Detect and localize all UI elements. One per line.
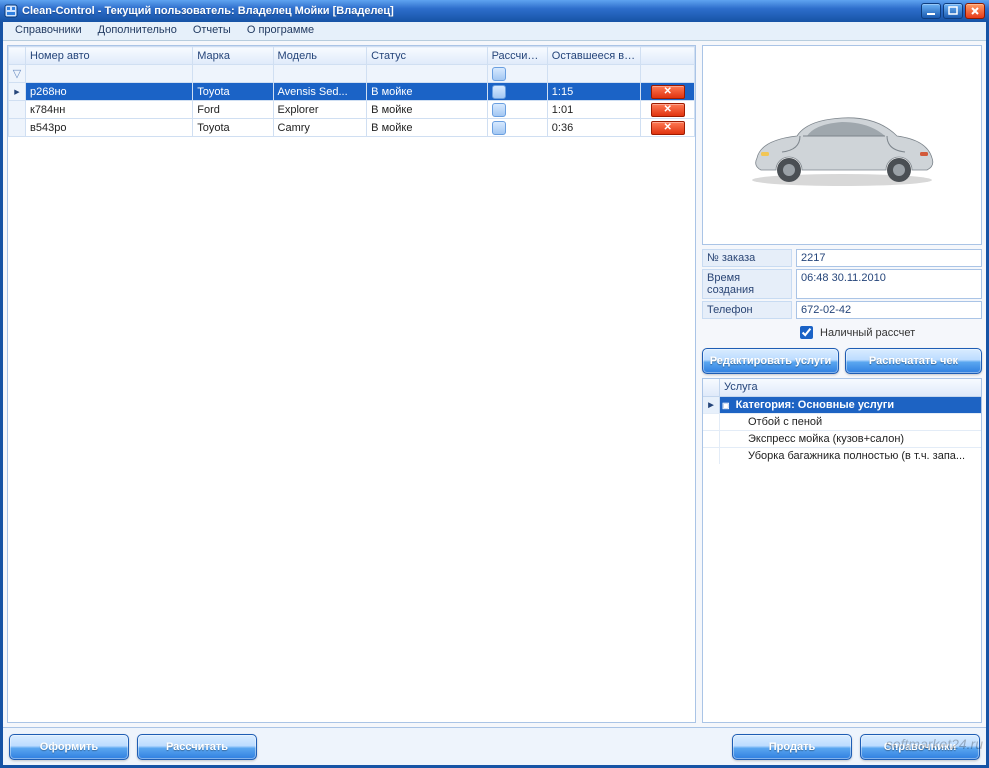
sell-button[interactable]: Продать [732, 734, 852, 760]
column-status[interactable]: Статус [367, 47, 487, 65]
menu-dictionaries[interactable]: Справочники [7, 22, 90, 40]
filter-row[interactable]: ▽ [9, 65, 695, 83]
car-illustration [737, 100, 947, 190]
cell-make: Toyota [193, 119, 273, 137]
cell-number: в543ро [26, 119, 193, 137]
cell-calc [487, 101, 547, 119]
calculate-button[interactable]: Рассчитать [137, 734, 257, 760]
print-receipt-button[interactable]: Распечатать чек [845, 348, 982, 374]
funnel-icon: ▽ [11, 67, 23, 80]
vehicles-grid-panel: Номер авто Марка Модель Статус Рассчитан… [7, 45, 696, 723]
collapse-icon[interactable]: ▣ [722, 401, 730, 410]
services-column-header[interactable]: Услуга [720, 379, 762, 396]
service-row[interactable]: Отбой с пеной [703, 413, 981, 430]
label-cash-payment[interactable]: Наличный рассчет [820, 327, 915, 339]
menu-reports[interactable]: Отчеты [185, 22, 239, 40]
dictionaries-button[interactable]: Справочники [860, 734, 980, 760]
menu-about[interactable]: О программе [239, 22, 322, 40]
cell-time: 0:36 [547, 119, 641, 137]
column-make[interactable]: Марка [193, 47, 273, 65]
cell-number: к784нн [26, 101, 193, 119]
bottom-bar: Оформить Рассчитать Продать Справочники [3, 727, 986, 765]
cell-calc [487, 83, 547, 101]
window-close-button[interactable] [965, 3, 985, 19]
value-phone: 672-02-42 [796, 301, 982, 319]
calc-badge-icon [492, 103, 506, 117]
window-title: Clean-Control - Текущий пользователь: Вл… [22, 5, 921, 17]
label-created: Время создания [702, 269, 792, 299]
cell-status: В мойке [367, 119, 487, 137]
cell-make: Toyota [193, 83, 273, 101]
table-row[interactable]: ▶р268ноToyotaAvensis Sed...В мойке 1:15 ✕ [9, 83, 695, 101]
menu-bar: Справочники Дополнительно Отчеты О прогр… [3, 22, 986, 41]
cell-model: Camry [273, 119, 367, 137]
service-label: Экспресс мойка (кузов+салон) [720, 431, 908, 447]
row-indicator [9, 119, 26, 137]
menu-additional[interactable]: Дополнительно [90, 22, 185, 40]
delete-row-button[interactable]: ✕ [651, 103, 685, 117]
column-time[interactable]: Оставшееся время [547, 47, 641, 65]
row-indicator: ▶ [9, 83, 26, 101]
filter-calc-icon[interactable] [492, 67, 506, 81]
cell-number: р268но [26, 83, 193, 101]
order-info-panel: № заказа 2217 Время создания 06:48 30.11… [702, 249, 982, 344]
label-phone: Телефон [702, 301, 792, 319]
label-order-no: № заказа [702, 249, 792, 267]
value-order-no: 2217 [796, 249, 982, 267]
cell-status: В мойке [367, 83, 487, 101]
service-label: Отбой с пеной [720, 414, 826, 430]
row-indicator [9, 101, 26, 119]
calc-badge-icon [492, 85, 506, 99]
services-grid-panel: Услуга ▣ Категория: Основные услуги Отбо… [702, 378, 982, 723]
services-category-row[interactable]: ▣ Категория: Основные услуги [703, 397, 981, 413]
window-minimize-button[interactable] [921, 3, 941, 19]
app-icon [4, 4, 18, 18]
window-maximize-button[interactable] [943, 3, 963, 19]
column-model[interactable]: Модель [273, 47, 367, 65]
cell-model: Avensis Sed... [273, 83, 367, 101]
register-button[interactable]: Оформить [9, 734, 129, 760]
window-titlebar: Clean-Control - Текущий пользователь: Вл… [0, 0, 989, 22]
vehicles-grid[interactable]: Номер авто Марка Модель Статус Рассчитан… [8, 46, 695, 137]
cell-calc [487, 119, 547, 137]
car-image-panel [702, 45, 982, 245]
calc-badge-icon [492, 121, 506, 135]
service-row[interactable]: Уборка багажника полностью (в т.ч. запа.… [703, 447, 981, 464]
service-label: Уборка багажника полностью (в т.ч. запа.… [720, 448, 969, 464]
table-row[interactable]: в543роToyotaCamryВ мойке 0:36 ✕ [9, 119, 695, 137]
column-actions [641, 47, 695, 65]
cash-payment-checkbox[interactable] [800, 326, 813, 339]
delete-row-button[interactable]: ✕ [651, 121, 685, 135]
column-calc[interactable]: Рассчитан [487, 47, 547, 65]
service-row[interactable]: Экспресс мойка (кузов+салон) [703, 430, 981, 447]
column-indicator [9, 47, 26, 65]
cell-time: 1:01 [547, 101, 641, 119]
cell-time: 1:15 [547, 83, 641, 101]
cell-make: Ford [193, 101, 273, 119]
delete-row-button[interactable]: ✕ [651, 85, 685, 99]
column-plate[interactable]: Номер авто [26, 47, 193, 65]
table-row[interactable]: к784ннFordExplorerВ мойке 1:01 ✕ [9, 101, 695, 119]
edit-services-button[interactable]: Редактировать услуги [702, 348, 839, 374]
value-created: 06:48 30.11.2010 [796, 269, 982, 299]
row-indicator-icon [703, 397, 720, 413]
services-category-label: Категория: Основные услуги [736, 399, 895, 411]
cell-status: В мойке [367, 101, 487, 119]
cell-model: Explorer [273, 101, 367, 119]
